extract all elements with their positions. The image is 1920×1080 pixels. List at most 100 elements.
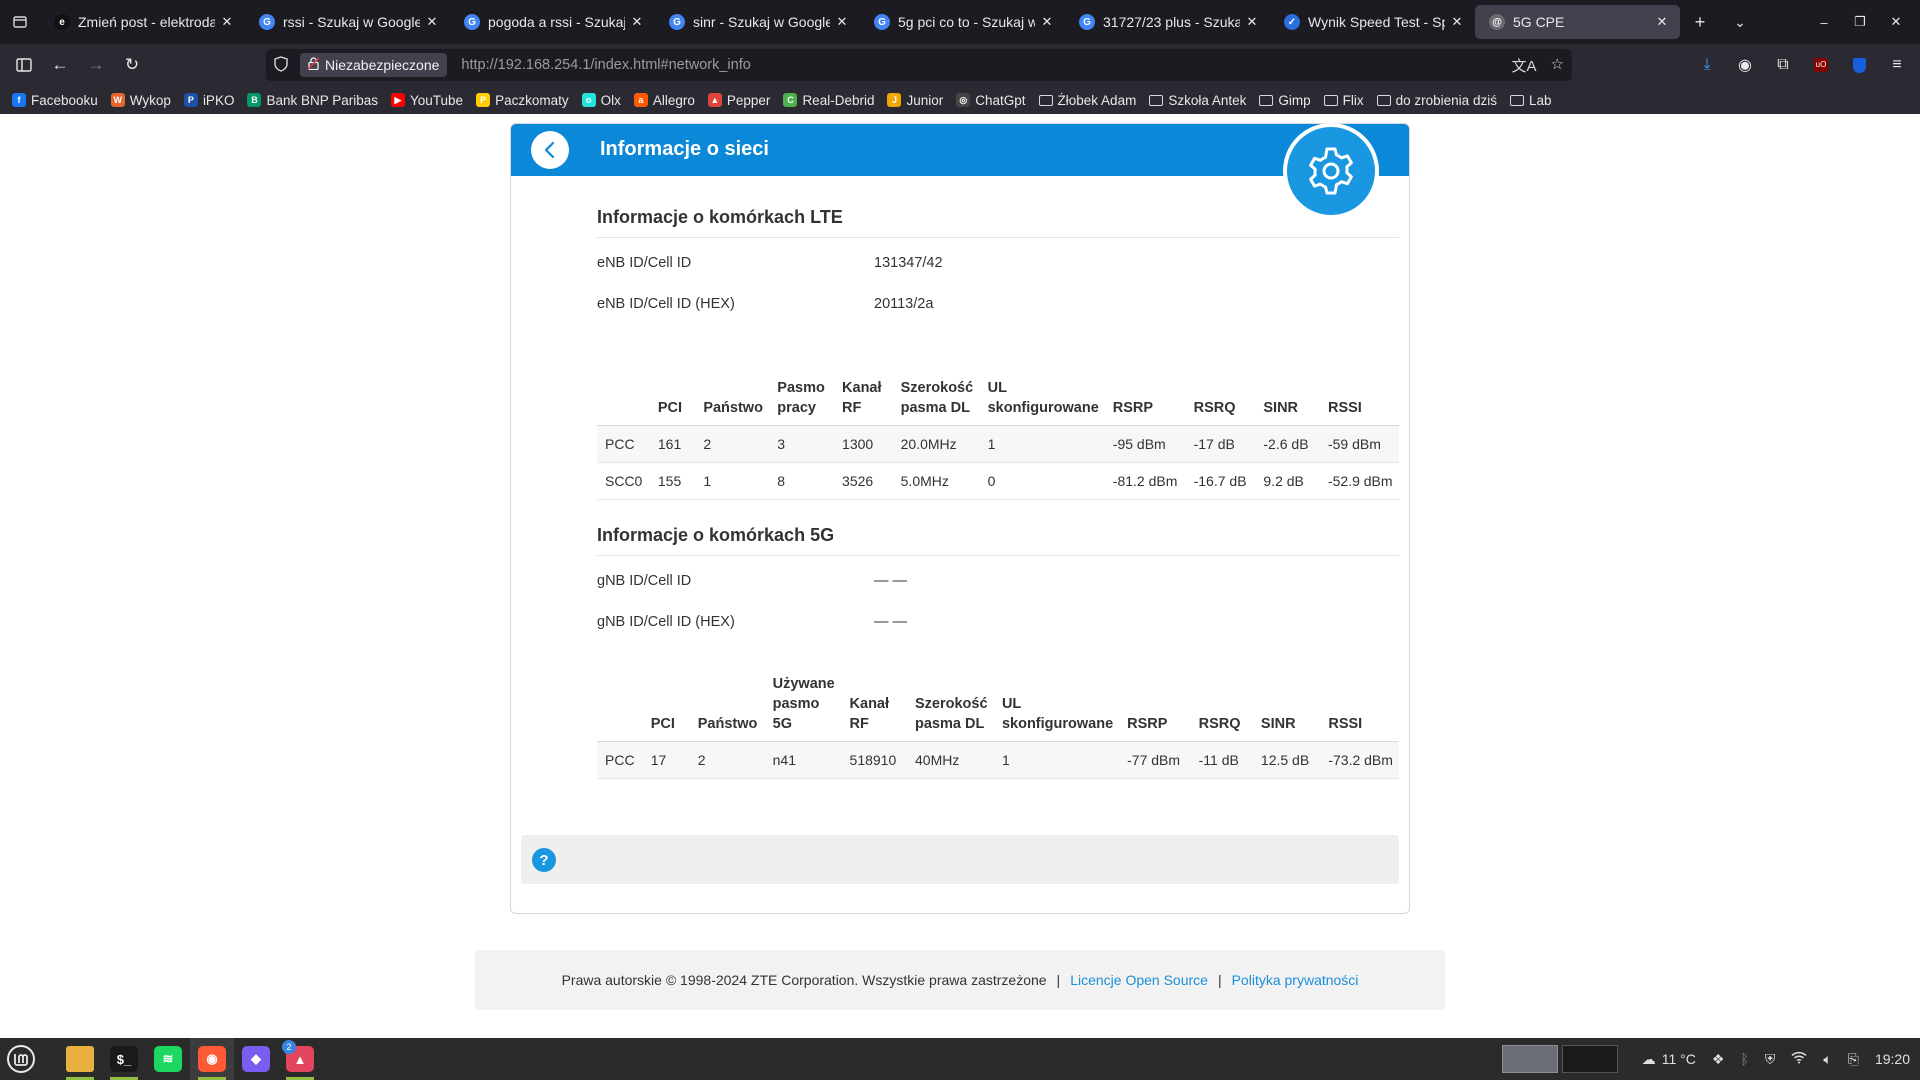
nr-column-header: RSRP <box>1119 674 1191 742</box>
bookmark-item[interactable]: Żłobek Adam <box>1038 93 1136 108</box>
back-button[interactable] <box>531 131 569 169</box>
taskbar-app-button[interactable]: ▲ 2 <box>278 1038 322 1080</box>
terminal-icon: $_ <box>110 1046 138 1072</box>
browser-tab[interactable]: G 5g pci co to - Szukaj w Google✕ <box>860 5 1065 39</box>
bookmark-item[interactable]: o Olx <box>581 93 621 108</box>
nr-column-header <box>597 674 643 742</box>
bookmark-item[interactable]: P Paczkomaty <box>476 93 569 108</box>
new-tab-button[interactable]: + <box>1680 12 1720 33</box>
tab-close-icon[interactable]: ✕ <box>424 14 440 30</box>
translate-icon[interactable]: 文A <box>1512 55 1537 76</box>
app-launcher-icon: ◆ <box>242 1046 270 1072</box>
table-cell: PCC <box>597 425 650 463</box>
table-cell: 1300 <box>834 425 893 463</box>
tab-close-icon[interactable]: ✕ <box>219 14 235 30</box>
bookmark-item[interactable]: Flix <box>1323 93 1364 108</box>
taskbar-app-button[interactable] <box>58 1038 102 1080</box>
extensions-icon[interactable]: ⧉ <box>1768 49 1798 81</box>
taskbar-app-button[interactable]: $_ <box>102 1038 146 1080</box>
browser-tab[interactable]: ✓ Wynik Speed Test - Speedtest✕ <box>1270 5 1475 39</box>
tab-overview-button[interactable] <box>0 0 40 44</box>
bookmark-label: Gimp <box>1278 92 1311 108</box>
taskbar-app-button[interactable]: ◉ <box>190 1038 234 1080</box>
wifi-icon[interactable] <box>1791 1051 1807 1067</box>
open-source-licenses-link[interactable]: Licencje Open Source <box>1070 972 1208 988</box>
volume-icon[interactable]: 🔈︎ <box>1823 1051 1831 1068</box>
menu-hamburger-icon[interactable]: ≡ <box>1882 49 1912 81</box>
workspace-switcher[interactable] <box>1502 1045 1618 1073</box>
bookmark-item[interactable]: a Allegro <box>633 93 695 108</box>
table-cell: -77 dBm <box>1119 741 1191 779</box>
nr-section-divider <box>597 555 1399 556</box>
tab-close-icon[interactable]: ✕ <box>629 14 645 30</box>
network-info-card: Informacje o sieci Informacje o komórkac… <box>510 123 1410 914</box>
bookmark-item[interactable]: ▶ YouTube <box>391 93 463 108</box>
tab-close-icon[interactable]: ✕ <box>1244 14 1260 30</box>
bookmark-item[interactable]: Lab <box>1509 93 1551 108</box>
bookmark-item[interactable]: Szkoła Antek <box>1149 93 1246 108</box>
taskbar-app-button[interactable]: ≋ <box>146 1038 190 1080</box>
back-icon[interactable]: ← <box>42 49 78 81</box>
tab-favicon-icon: G <box>874 14 890 30</box>
ublock-icon[interactable]: uO <box>1806 49 1836 81</box>
browser-tab[interactable]: e Zmień post - elektroda.pl✕ <box>40 5 245 39</box>
tab-list-chevron-icon[interactable]: ⌄ <box>1720 14 1760 31</box>
restore-icon[interactable]: ❐ <box>1842 14 1878 30</box>
security-label: Niezabezpieczone <box>325 57 440 73</box>
bookmark-item[interactable]: PiPKO <box>183 93 234 108</box>
bookmark-item[interactable]: Gimp <box>1259 92 1311 108</box>
close-window-icon[interactable]: ✕ <box>1878 14 1914 30</box>
address-bar[interactable]: Niezabezpieczone http://192.168.254.1/in… <box>266 49 1572 81</box>
bookmark-label: Paczkomaty <box>495 92 569 108</box>
bookmark-item[interactable]: ▲ Pepper <box>707 93 770 108</box>
bookmark-label: do zrobienia dziś <box>1395 92 1497 108</box>
tab-title: 5G CPE <box>1513 14 1565 30</box>
browser-tab[interactable]: Gpogoda a rssi - Szukaj w Google✕ <box>450 5 655 39</box>
security-indicator[interactable]: Niezabezpieczone <box>300 53 448 77</box>
browser-tab[interactable]: Gsinr - Szukaj w Google ✕ <box>655 5 860 39</box>
bluetooth-icon[interactable]: ᛒ <box>1740 1051 1748 1067</box>
reload-icon[interactable]: ↻ <box>114 49 150 81</box>
workspace-1[interactable] <box>1502 1045 1558 1073</box>
tab-close-icon[interactable]: ✕ <box>1039 14 1055 30</box>
weather-cloud-icon[interactable]: ☁ <box>1642 1051 1656 1068</box>
tab-bar: eZmień post - elektroda.pl✕Grssi - Szuka… <box>0 0 1920 44</box>
bookmark-item[interactable]: f Facebooku <box>12 93 98 108</box>
tracking-protection-shield-icon[interactable] <box>274 56 290 74</box>
tab-close-icon[interactable]: ✕ <box>1654 14 1670 30</box>
bookmark-item[interactable]: J Junior <box>887 93 943 108</box>
workspace-2[interactable] <box>1562 1045 1618 1073</box>
taskbar-app-button[interactable]: ◆ <box>234 1038 278 1080</box>
mint-menu-button[interactable] <box>0 1038 42 1080</box>
chatgpt-icon: ◎ <box>956 93 971 107</box>
clock[interactable]: 19:20 <box>1875 1051 1910 1067</box>
minimize-icon[interactable]: – <box>1806 15 1842 30</box>
browser-tab[interactable]: G 31727/23 plus - Szukaj w Google✕ <box>1065 5 1270 39</box>
bookmark-item[interactable]: do zrobienia dziś <box>1376 92 1497 108</box>
account-icon[interactable]: ◉ <box>1730 49 1760 81</box>
bookmark-item[interactable]: C Real-Debrid <box>783 93 874 108</box>
tab-close-icon[interactable]: ✕ <box>1449 14 1465 30</box>
table-cell: 2 <box>695 425 770 463</box>
bookmark-star-icon[interactable]: ☆ <box>1551 55 1564 76</box>
browser-tab[interactable]: @5G CPE ✕ <box>1475 5 1680 39</box>
dropbox-icon[interactable]: ❖ <box>1712 1051 1725 1068</box>
bookmark-item[interactable]: ◎ ChatGpt <box>956 93 1026 108</box>
tab-title: 5g pci co to - Szukaj w Google <box>898 14 1035 30</box>
security-shield-icon[interactable]: ⛨ <box>1765 1051 1776 1068</box>
help-icon[interactable]: ? <box>532 848 556 872</box>
privacy-policy-link[interactable]: Polityka prywatności <box>1232 972 1359 988</box>
bookmark-item[interactable]: W Wykop <box>110 93 171 108</box>
bitwarden-icon[interactable] <box>1844 49 1874 81</box>
browser-tab[interactable]: Grssi - Szukaj w Google ✕ <box>245 5 450 39</box>
tab-close-icon[interactable]: ✕ <box>834 14 850 30</box>
sidebar-toggle-icon[interactable] <box>6 49 42 81</box>
bookmark-item[interactable]: B Bank BNP Paribas <box>247 93 378 108</box>
help-bar: ? <box>521 835 1399 884</box>
notifications-icon[interactable]: ⎘ <box>1848 1051 1859 1068</box>
weather-temperature[interactable]: 11 °C <box>1662 1051 1696 1067</box>
url-text[interactable]: http://192.168.254.1/index.html#network_… <box>461 57 750 73</box>
downloads-icon[interactable]: ⤓ <box>1692 49 1722 81</box>
web-page: Informacje o sieci Informacje o komórkac… <box>0 114 1920 1038</box>
forward-icon[interactable]: → <box>78 49 114 81</box>
